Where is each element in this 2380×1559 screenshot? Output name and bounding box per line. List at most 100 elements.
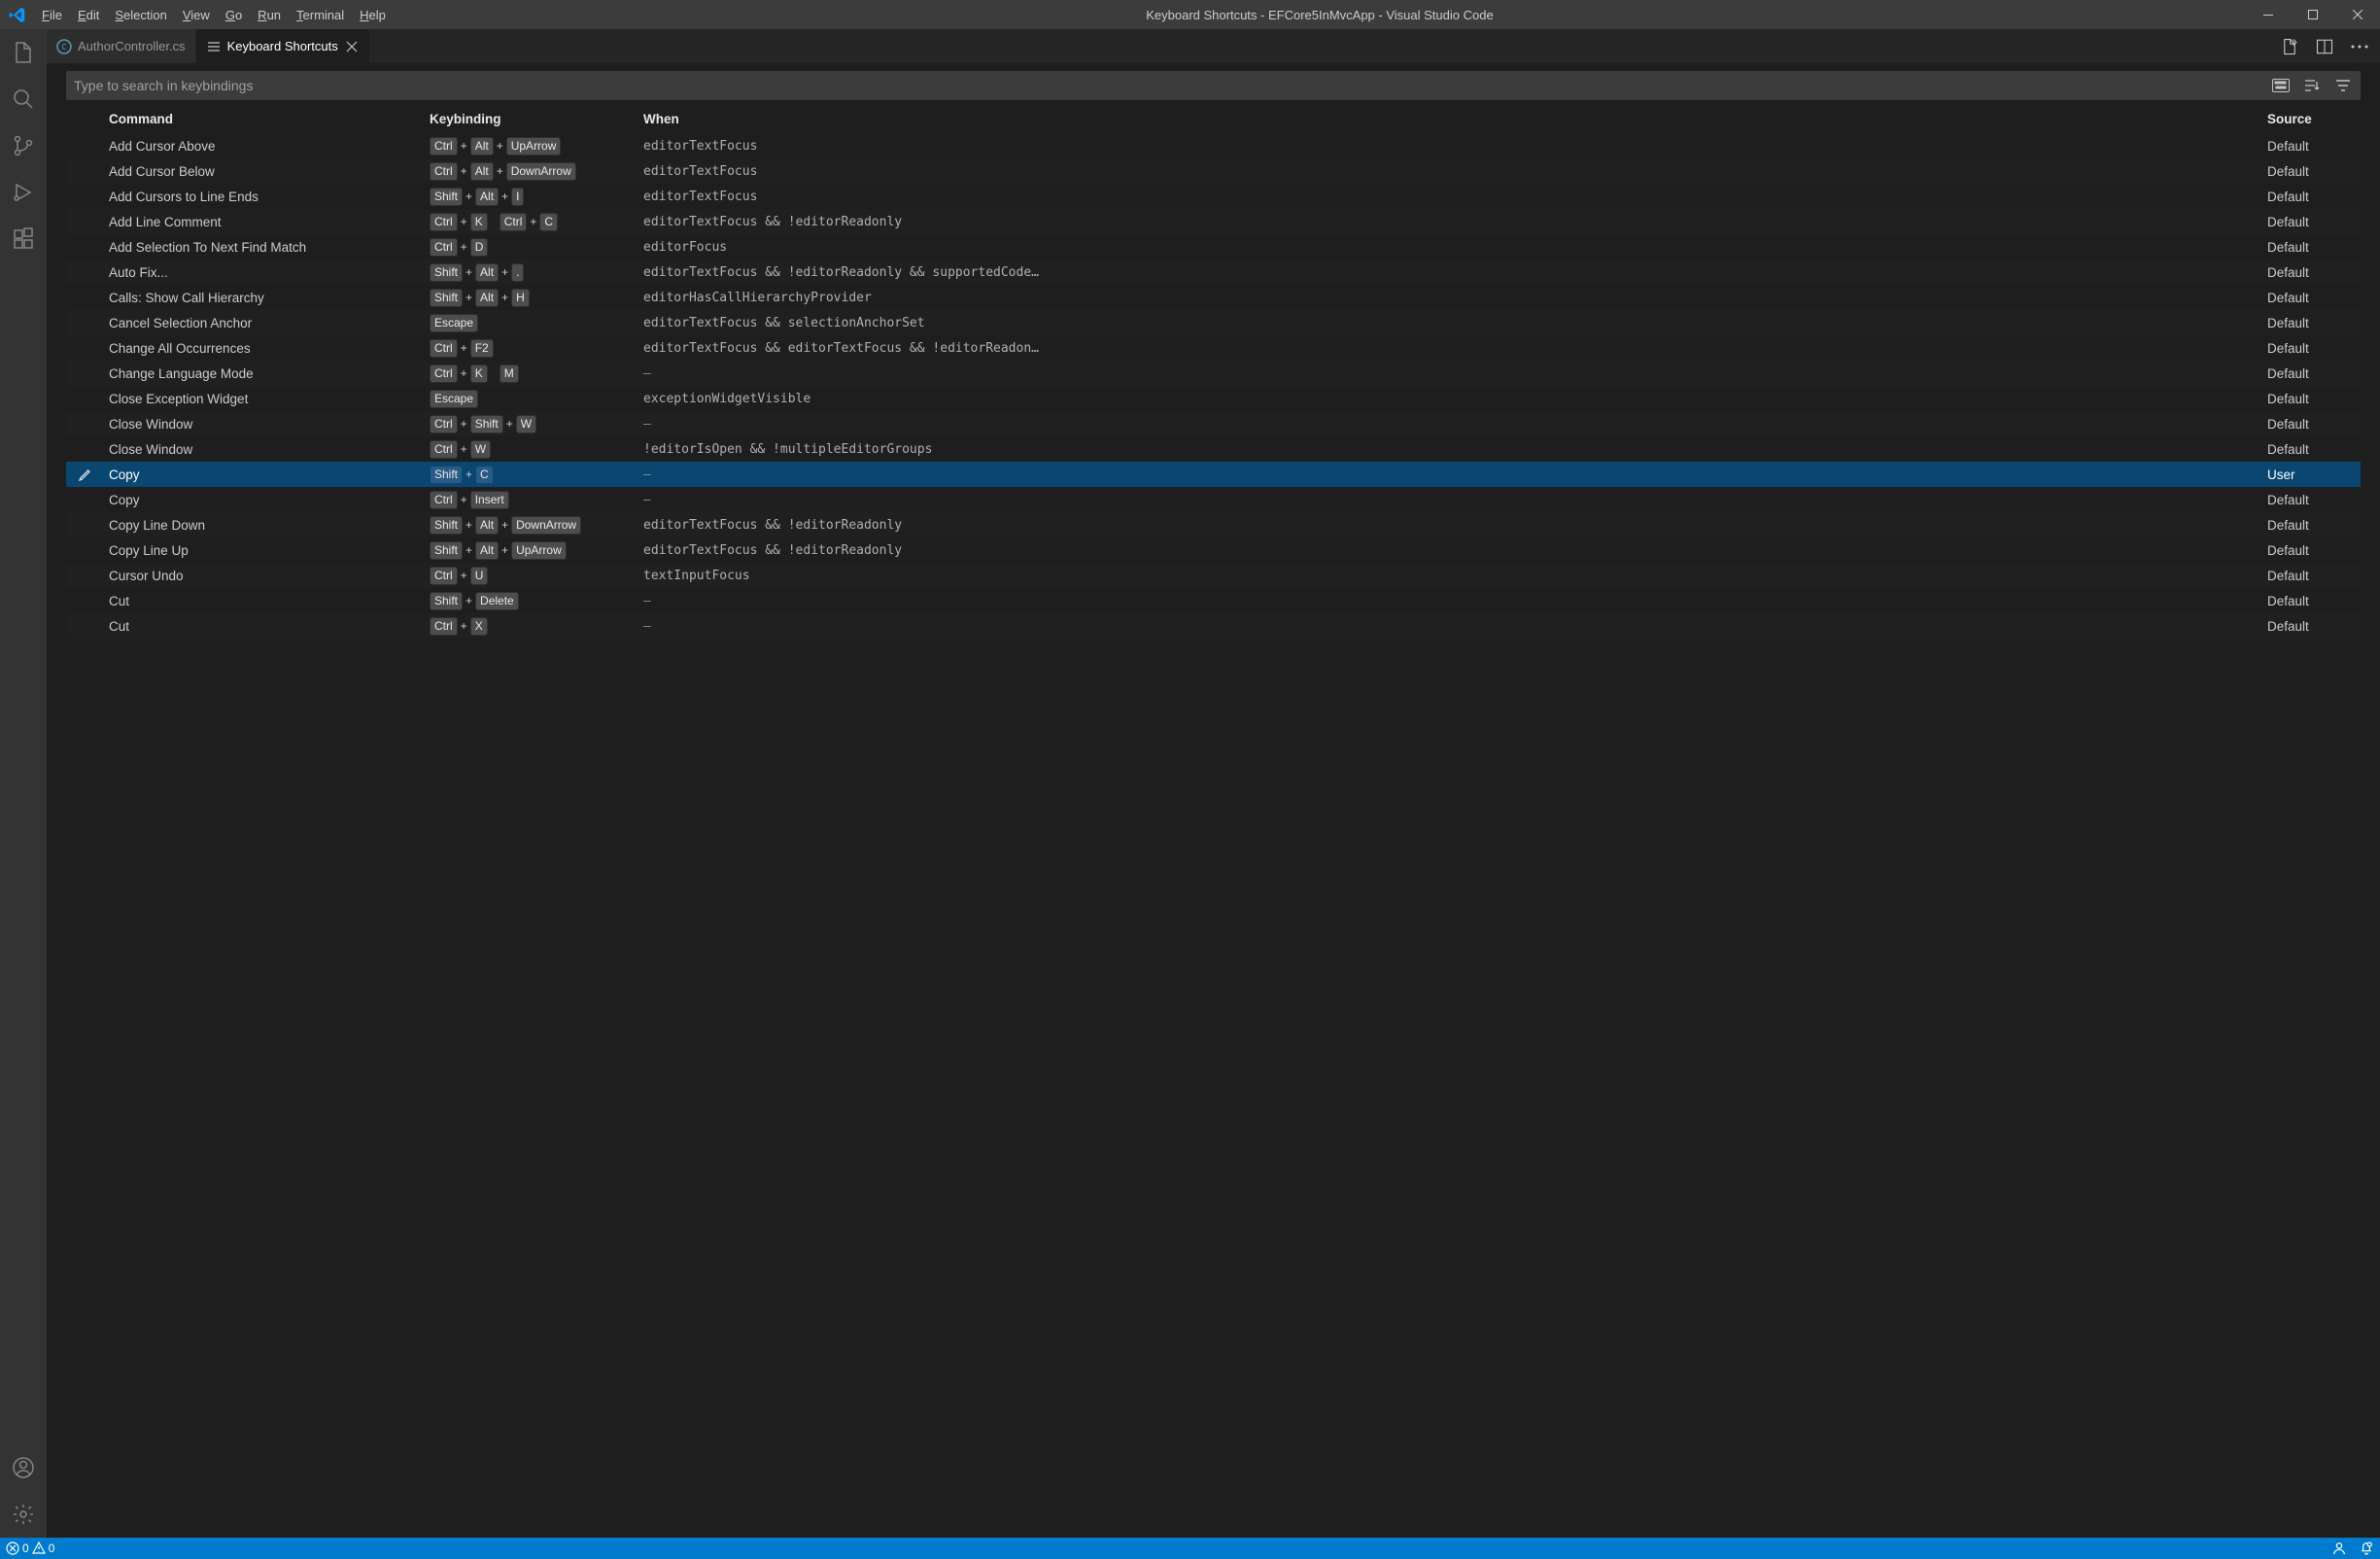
table-row[interactable]: Close Exception WidgetEscapeexceptionWid… bbox=[66, 386, 2361, 411]
error-count: 0 bbox=[22, 1542, 29, 1555]
table-row[interactable]: Cancel Selection AnchorEscapeeditorTextF… bbox=[66, 310, 2361, 335]
status-notifications[interactable] bbox=[2353, 1541, 2380, 1556]
csharp-file-icon: C bbox=[56, 39, 72, 54]
source-cell: Default bbox=[2263, 289, 2361, 307]
source-cell: Default bbox=[2263, 213, 2361, 231]
menu-view[interactable]: View bbox=[175, 0, 218, 29]
table-row[interactable]: Calls: Show Call HierarchyShift+Alt+Hedi… bbox=[66, 285, 2361, 310]
menu-file[interactable]: File bbox=[34, 0, 70, 29]
accounts-icon[interactable] bbox=[0, 1444, 47, 1491]
col-when[interactable]: When bbox=[639, 110, 2263, 128]
split-editor-icon[interactable] bbox=[2314, 36, 2335, 57]
table-row[interactable]: Add Cursor AboveCtrl+Alt+UpArroweditorTe… bbox=[66, 133, 2361, 158]
table-row[interactable]: Copy Line DownShift+Alt+DownArroweditorT… bbox=[66, 512, 2361, 537]
edit-keybinding-icon bbox=[66, 270, 105, 274]
edit-keybinding-icon bbox=[66, 397, 105, 400]
table-row[interactable]: Change Language ModeCtrl+KM—Default bbox=[66, 361, 2361, 386]
editor-tabs: C AuthorController.cs Keyboard Shortcuts bbox=[47, 29, 2380, 63]
settings-gear-icon[interactable] bbox=[0, 1491, 47, 1538]
col-command[interactable]: Command bbox=[105, 110, 426, 128]
sort-precedence-icon[interactable] bbox=[2302, 76, 2322, 95]
table-row[interactable]: Change All OccurrencesCtrl+F2editorTextF… bbox=[66, 335, 2361, 361]
menu-go[interactable]: Go bbox=[218, 0, 250, 29]
table-row[interactable]: CutCtrl+X—Default bbox=[66, 613, 2361, 639]
when-cell: editorTextFocus && editorTextFocus && !e… bbox=[639, 339, 2263, 358]
edit-keybinding-icon bbox=[66, 245, 105, 249]
more-actions-icon[interactable] bbox=[2349, 36, 2370, 57]
tab-keyboard-shortcuts[interactable]: Keyboard Shortcuts bbox=[196, 29, 370, 63]
status-bar: 0 0 bbox=[0, 1538, 2380, 1559]
table-row[interactable]: Close WindowCtrl+W!editorIsOpen && !mult… bbox=[66, 436, 2361, 462]
command-cell: Close Window bbox=[105, 415, 426, 433]
menu-terminal[interactable]: Terminal bbox=[289, 0, 352, 29]
edit-keybinding-icon bbox=[66, 321, 105, 325]
minimize-button[interactable] bbox=[2246, 0, 2291, 29]
table-row[interactable]: Copy Line UpShift+Alt+UpArroweditorTextF… bbox=[66, 537, 2361, 563]
when-cell: editorTextFocus && selectionAnchorSet bbox=[639, 314, 2263, 332]
search-input[interactable] bbox=[74, 78, 2271, 93]
source-cell: Default bbox=[2263, 137, 2361, 156]
source-cell: Default bbox=[2263, 339, 2361, 358]
explorer-icon[interactable] bbox=[0, 29, 47, 76]
close-icon[interactable] bbox=[344, 39, 360, 54]
search-icon[interactable] bbox=[0, 76, 47, 122]
keybinding-cell: Shift+Alt+DownArrow bbox=[426, 514, 639, 537]
table-row[interactable]: Auto Fix...Shift+Alt+.editorTextFocus &&… bbox=[66, 260, 2361, 285]
when-cell: editorTextFocus && !editorReadonly bbox=[639, 213, 2263, 231]
when-cell: editorTextFocus && !editorReadonly && su… bbox=[639, 263, 2263, 282]
source-cell: Default bbox=[2263, 567, 2361, 585]
menu-run[interactable]: Run bbox=[250, 0, 289, 29]
table-row[interactable]: Add Line CommentCtrl+KCtrl+CeditorTextFo… bbox=[66, 209, 2361, 234]
tab-authorcontroller[interactable]: C AuthorController.cs bbox=[47, 29, 196, 63]
list-icon bbox=[206, 39, 222, 54]
table-body[interactable]: Add Cursor AboveCtrl+Alt+UpArroweditorTe… bbox=[66, 133, 2361, 639]
source-cell: Default bbox=[2263, 617, 2361, 636]
status-feedback[interactable] bbox=[2326, 1541, 2353, 1556]
edit-keybinding-icon bbox=[66, 422, 105, 426]
col-keybinding[interactable]: Keybinding bbox=[426, 110, 639, 128]
menu-selection[interactable]: Selection bbox=[107, 0, 174, 29]
command-cell: Change All Occurrences bbox=[105, 339, 426, 358]
maximize-button[interactable] bbox=[2291, 0, 2335, 29]
status-problems[interactable]: 0 0 bbox=[0, 1538, 60, 1559]
when-cell: editorHasCallHierarchyProvider bbox=[639, 289, 2263, 307]
menu-help[interactable]: Help bbox=[352, 0, 394, 29]
source-cell: Default bbox=[2263, 415, 2361, 433]
col-source[interactable]: Source bbox=[2263, 110, 2361, 128]
when-cell: — bbox=[639, 491, 2263, 509]
table-row[interactable]: Cursor UndoCtrl+UtextInputFocusDefault bbox=[66, 563, 2361, 588]
keybinding-cell: Ctrl+KCtrl+C bbox=[426, 211, 639, 233]
table-row[interactable]: CopyShift+C—User bbox=[66, 462, 2361, 487]
edit-keybinding-icon bbox=[66, 194, 105, 198]
filter-icon[interactable] bbox=[2333, 76, 2353, 95]
source-cell: Default bbox=[2263, 440, 2361, 459]
warning-count: 0 bbox=[49, 1542, 55, 1555]
when-cell: editorFocus bbox=[639, 238, 2263, 257]
table-row[interactable]: CutShift+Delete—Default bbox=[66, 588, 2361, 613]
record-keys-icon[interactable] bbox=[2271, 76, 2291, 95]
table-row[interactable]: Close WindowCtrl+Shift+W—Default bbox=[66, 411, 2361, 436]
open-keybindings-json-icon[interactable] bbox=[2279, 36, 2300, 57]
command-cell: Add Selection To Next Find Match bbox=[105, 238, 426, 257]
extensions-icon[interactable] bbox=[0, 216, 47, 262]
keybinding-cell: Ctrl+F2 bbox=[426, 337, 639, 360]
table-row[interactable]: Add Cursors to Line EndsShift+Alt+Iedito… bbox=[66, 184, 2361, 209]
source-cell: User bbox=[2263, 466, 2361, 484]
when-cell: !editorIsOpen && !multipleEditorGroups bbox=[639, 440, 2263, 459]
titlebar: File Edit Selection View Go Run Terminal… bbox=[0, 0, 2380, 29]
source-cell: Default bbox=[2263, 188, 2361, 206]
source-control-icon[interactable] bbox=[0, 122, 47, 169]
close-button[interactable] bbox=[2335, 0, 2380, 29]
keybinding-cell: Ctrl+X bbox=[426, 615, 639, 638]
menu-edit[interactable]: Edit bbox=[70, 0, 107, 29]
when-cell: — bbox=[639, 466, 2263, 484]
keybinding-cell: Escape bbox=[426, 312, 639, 334]
table-row[interactable]: CopyCtrl+Insert—Default bbox=[66, 487, 2361, 512]
table-row[interactable]: Add Selection To Next Find MatchCtrl+Ded… bbox=[66, 234, 2361, 260]
command-cell: Cut bbox=[105, 592, 426, 610]
run-debug-icon[interactable] bbox=[0, 169, 47, 216]
table-row[interactable]: Add Cursor BelowCtrl+Alt+DownArroweditor… bbox=[66, 158, 2361, 184]
edit-keybinding-icon[interactable] bbox=[66, 465, 105, 484]
when-cell: exceptionWidgetVisible bbox=[639, 390, 2263, 408]
source-cell: Default bbox=[2263, 592, 2361, 610]
